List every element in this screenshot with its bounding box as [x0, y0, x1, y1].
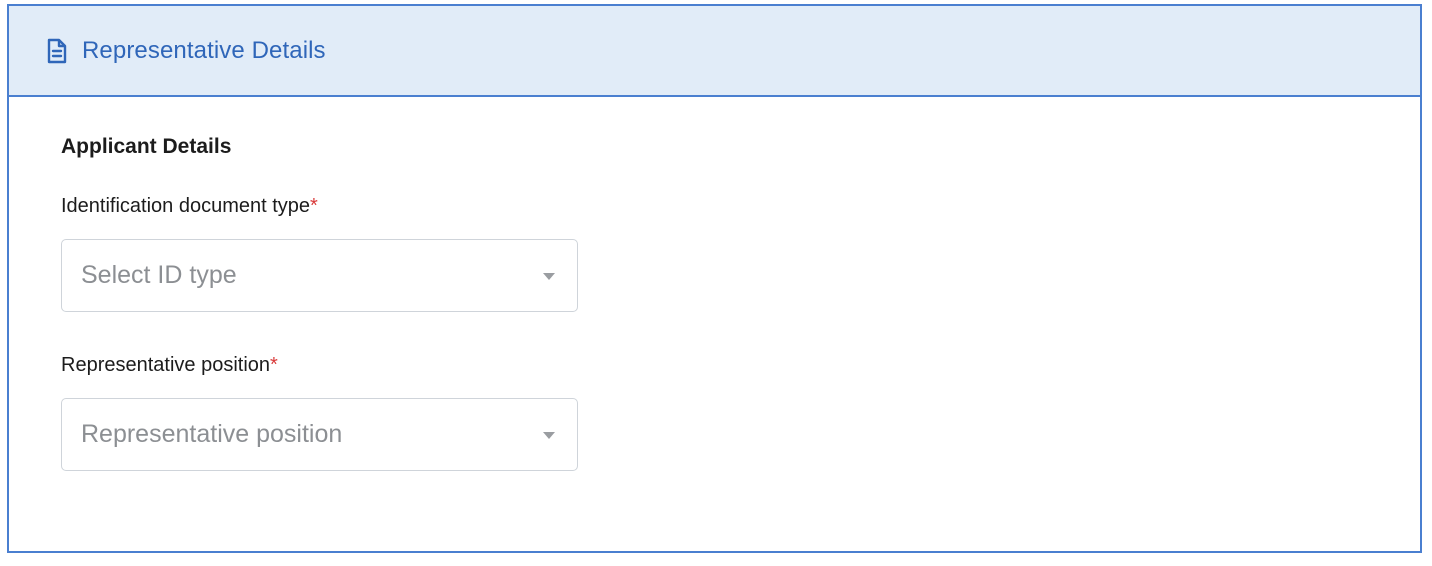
required-marker: * [270, 354, 278, 376]
document-icon [46, 38, 68, 64]
representative-position-select[interactable]: Representative position [61, 398, 578, 471]
section-title: Applicant Details [61, 135, 232, 158]
required-marker: * [310, 195, 318, 217]
id-document-type-label-text: Identification document type [61, 195, 311, 217]
chevron-down-icon [543, 431, 555, 439]
id-document-type-label: Identification document type* [61, 195, 318, 218]
panel-title: Representative Details [82, 36, 326, 64]
id-document-type-select[interactable]: Select ID type [61, 239, 578, 312]
representative-position-placeholder: Representative position [81, 420, 343, 448]
representative-position-label: Representative position* [61, 354, 278, 377]
chevron-down-icon [543, 272, 555, 280]
representative-details-panel: Representative Details Applicant Details… [7, 4, 1422, 553]
representative-position-label-text: Representative position [61, 354, 271, 376]
panel-header: Representative Details [9, 6, 1420, 97]
id-document-type-placeholder: Select ID type [81, 261, 237, 289]
